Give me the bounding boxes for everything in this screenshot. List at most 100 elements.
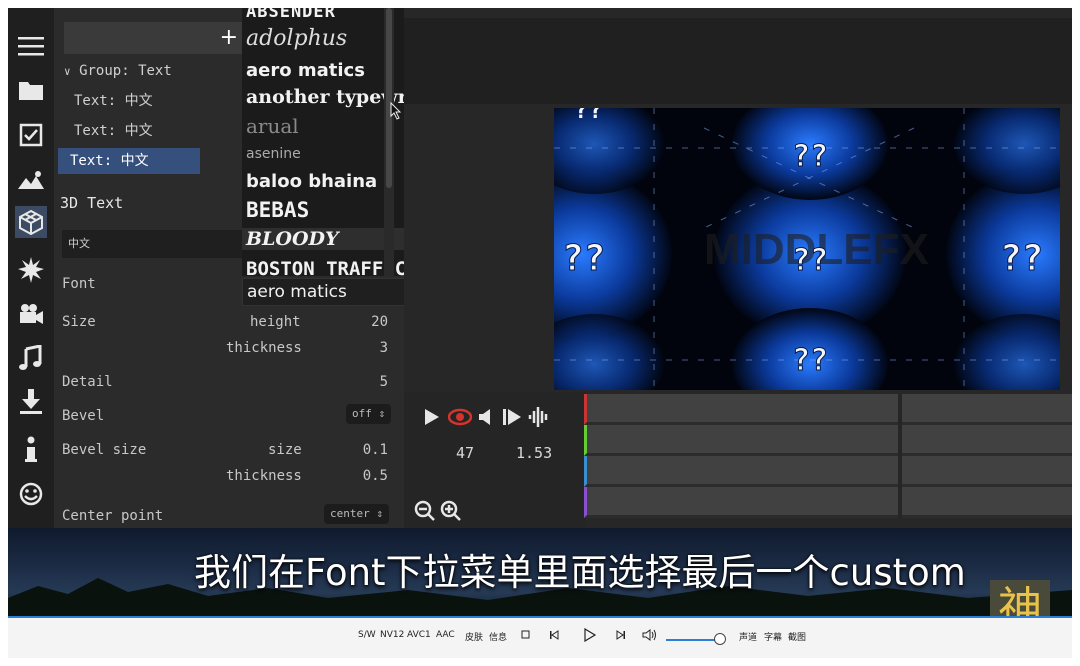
- timeline-track[interactable]: [584, 487, 1072, 518]
- question-mark: ??: [1000, 238, 1043, 279]
- playback-controls: 47 1.53: [404, 392, 586, 528]
- center-point-label: Center point: [62, 508, 164, 524]
- player-skin[interactable]: 皮肤: [465, 630, 483, 643]
- layer-row[interactable]: Text: 中文: [58, 88, 248, 114]
- timeline-track[interactable]: [584, 394, 1072, 425]
- player-screenshot[interactable]: 截图: [788, 630, 806, 643]
- font-label: Font: [62, 276, 96, 292]
- font-option[interactable]: aero matics: [246, 60, 365, 81]
- thickness-value[interactable]: 3: [344, 340, 388, 356]
- question-mark: ??: [792, 243, 828, 278]
- speaker-icon[interactable]: [478, 408, 494, 426]
- bevel-size-size-value[interactable]: 0.1: [336, 442, 388, 458]
- font-option[interactable]: baloo bhaina: [246, 171, 377, 192]
- font-option[interactable]: adolphus: [246, 26, 347, 51]
- tool-sidebar: [8, 8, 54, 528]
- question-mark: ??: [792, 343, 828, 378]
- text-input[interactable]: 中文: [62, 230, 248, 258]
- dropdown-scrollbar[interactable]: [384, 8, 394, 276]
- font-option[interactable]: BOSTON TRAFFIC: [246, 258, 406, 276]
- timeline-divider: [898, 394, 902, 518]
- player-nv12[interactable]: NV12: [380, 630, 404, 640]
- zoom-in-icon[interactable]: [440, 500, 462, 522]
- player-avc1[interactable]: AVC1: [407, 630, 431, 640]
- subtitle-text: 我们在Font下拉菜单里面选择最后一个custom: [194, 551, 966, 594]
- properties-panel: + ∨ Group: Text Text: 中文 Text: 中文 Text: …: [54, 8, 450, 528]
- bevel-select-value: off: [352, 407, 372, 420]
- play-outline-icon[interactable]: [583, 628, 597, 642]
- volume-knob[interactable]: [714, 633, 726, 645]
- bevel-select[interactable]: off ⇕: [346, 404, 392, 424]
- music-icon[interactable]: [15, 342, 47, 374]
- question-mark: ??: [562, 238, 605, 279]
- folder-icon[interactable]: [15, 74, 47, 106]
- player-bar: S/W NV12 AVC1 AAC 皮肤 信息 声道 字幕 截图: [8, 616, 1072, 658]
- select-arrows-icon: ⇕: [378, 407, 386, 420]
- info-icon[interactable]: [15, 434, 47, 466]
- center-point-select[interactable]: center ⇕: [324, 504, 389, 524]
- thickness-label: thickness: [226, 340, 302, 356]
- time-counter: 1.53: [516, 444, 553, 462]
- menu-icon[interactable]: [15, 30, 47, 62]
- burst-icon[interactable]: [15, 254, 47, 286]
- volume-icon[interactable]: [642, 629, 658, 641]
- bevel-size-thickness-label: thickness: [226, 468, 302, 484]
- stop-icon[interactable]: [521, 630, 531, 640]
- timeline[interactable]: [584, 394, 1072, 518]
- timeline-track[interactable]: [584, 425, 1072, 456]
- question-mark: ??: [792, 139, 828, 174]
- download-icon[interactable]: [15, 386, 47, 418]
- waveform-icon[interactable]: [528, 406, 550, 428]
- video-camera-icon[interactable]: [15, 298, 47, 330]
- font-option[interactable]: arual: [246, 114, 299, 138]
- layer-row[interactable]: Text: 中文: [58, 118, 248, 144]
- preview-scene: MIDDLEFX ?? ?? ?? ?? ?? ??: [554, 108, 1060, 390]
- size-label: Size: [62, 314, 96, 330]
- layer-row-selected[interactable]: Text: 中文: [58, 148, 200, 174]
- font-option[interactable]: BEBAS: [246, 198, 309, 222]
- checkbox-icon[interactable]: [15, 119, 47, 151]
- image-icon[interactable]: [15, 164, 47, 196]
- zoom-out-icon[interactable]: [414, 500, 436, 522]
- player-info[interactable]: 信息: [489, 630, 507, 643]
- chevron-down-icon[interactable]: ∨: [64, 65, 71, 78]
- previous-icon[interactable]: [549, 630, 559, 640]
- height-label: height: [250, 314, 301, 330]
- step-forward-icon[interactable]: [502, 408, 522, 426]
- player-aac[interactable]: AAC: [436, 630, 455, 640]
- app-window: + ∨ Group: Text Text: 中文 Text: 中文 Text: …: [8, 8, 1072, 658]
- bevel-size-thickness-value[interactable]: 0.5: [336, 468, 388, 484]
- player-sw[interactable]: S/W: [358, 630, 376, 640]
- player-subtitle[interactable]: 字幕: [764, 630, 782, 643]
- group-label: Group: Text: [79, 63, 172, 79]
- bevel-size-label: Bevel size: [62, 442, 147, 458]
- section-title: 3D Text: [60, 194, 124, 212]
- smiley-icon[interactable]: [15, 478, 47, 510]
- bevel-size-size-label: size: [268, 442, 302, 458]
- play-icon[interactable]: [424, 408, 440, 426]
- player-channel[interactable]: 声道: [739, 630, 757, 643]
- center-select-value: center: [330, 507, 370, 520]
- font-option[interactable]: asenine: [246, 146, 301, 162]
- subtitle-band: 我们在Font下拉菜单里面选择最后一个custom: [8, 528, 1072, 620]
- editor-area: MIDDLEFX ?? ?? ?? ?? ?? ?? 47 1.53: [404, 8, 1072, 528]
- cube-icon[interactable]: [15, 206, 47, 238]
- font-option[interactable]: ABSENDER: [246, 8, 336, 22]
- timeline-track[interactable]: [584, 456, 1072, 487]
- preview-canvas[interactable]: MIDDLEFX ?? ?? ?? ?? ?? ??: [554, 108, 1060, 390]
- add-button[interactable]: +: [64, 22, 244, 54]
- group-row[interactable]: ∨ Group: Text: [58, 58, 248, 84]
- height-value[interactable]: 20: [344, 314, 388, 330]
- top-strip: [404, 18, 1072, 104]
- cursor-icon: [390, 102, 402, 120]
- frame-counter: 47: [456, 444, 475, 462]
- detail-label: Detail: [62, 374, 113, 390]
- volume-slider[interactable]: [666, 639, 720, 641]
- question-mark: ??: [574, 108, 603, 124]
- bevel-label: Bevel: [62, 408, 105, 424]
- next-icon[interactable]: [616, 630, 626, 640]
- select-arrows-icon: ⇕: [376, 507, 383, 520]
- font-option-hovered[interactable]: BLOODY: [242, 228, 430, 250]
- detail-value[interactable]: 5: [344, 374, 388, 390]
- eye-icon[interactable]: [448, 408, 472, 426]
